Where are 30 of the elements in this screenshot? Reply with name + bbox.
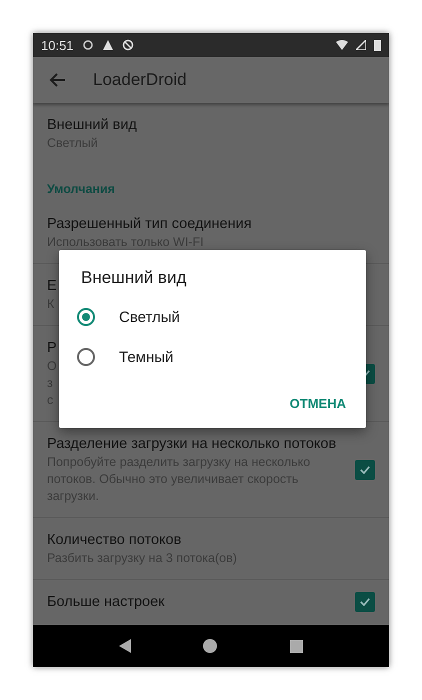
category-header: Умолчания bbox=[47, 181, 115, 197]
home-nav-icon[interactable] bbox=[203, 639, 218, 653]
back-arrow-icon[interactable] bbox=[49, 73, 65, 87]
radio-button[interactable] bbox=[77, 308, 95, 326]
cancel-button[interactable]: ОТМЕНА bbox=[290, 393, 346, 415]
signal-icon bbox=[356, 40, 366, 50]
checkbox[interactable] bbox=[355, 592, 375, 612]
status-time: 10:51 bbox=[41, 38, 74, 52]
back-nav-icon[interactable] bbox=[119, 639, 132, 653]
wifi-icon bbox=[336, 40, 348, 50]
notification-icon bbox=[82, 39, 94, 51]
setting-title[interactable]: Р bbox=[47, 338, 57, 358]
dialog-title: Внешний вид bbox=[81, 268, 188, 288]
battery-icon bbox=[374, 39, 381, 51]
check-icon bbox=[360, 466, 370, 474]
checkbox[interactable] bbox=[355, 460, 375, 480]
setting-title[interactable]: Количество потоков bbox=[47, 530, 182, 550]
radio-button[interactable] bbox=[77, 348, 95, 366]
option-label[interactable]: Светлый bbox=[119, 308, 180, 326]
setting-title[interactable]: Разделение загрузки на несколько потоков bbox=[47, 434, 336, 454]
check-icon bbox=[360, 598, 370, 606]
setting-title[interactable]: Е bbox=[47, 276, 57, 296]
setting-title[interactable]: Больше настроек bbox=[47, 592, 165, 612]
warning-icon bbox=[102, 39, 114, 51]
app-title: LoaderDroid bbox=[93, 70, 187, 90]
option-label[interactable]: Темный bbox=[119, 348, 174, 366]
setting-title[interactable]: Разрешенный тип соединения bbox=[47, 214, 252, 234]
recents-nav-icon[interactable] bbox=[290, 640, 303, 652]
setting-title[interactable]: Внешний вид bbox=[47, 115, 137, 135]
data-saver-icon bbox=[122, 39, 134, 51]
